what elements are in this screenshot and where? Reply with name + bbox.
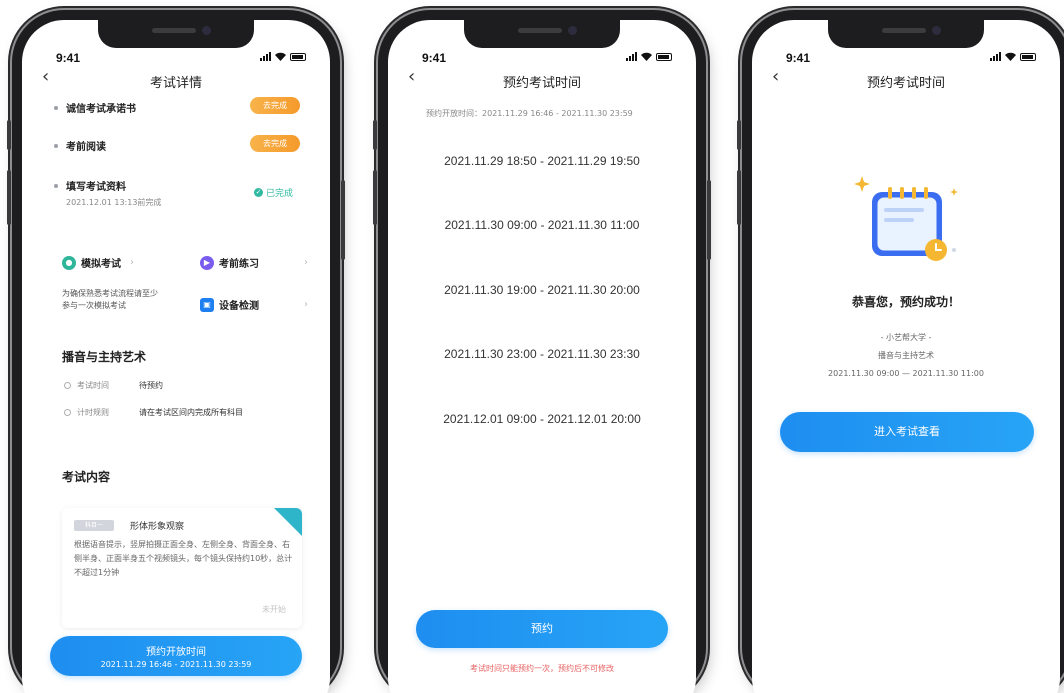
volume-down-button xyxy=(737,170,741,225)
task-deadline: 2021.12.01 13:13前完成 xyxy=(66,198,162,207)
signal-icon xyxy=(260,52,271,61)
screen: 9:41 ‹ 考试详情 诚信考试承诺书 去完成 考前阅读 去完成 填写考试资料 … xyxy=(22,20,330,693)
notch xyxy=(98,20,254,48)
school-name: - 小艺帮大学 - xyxy=(880,333,932,342)
entry-mock-exam[interactable]: ● 模拟考试 › xyxy=(62,255,134,270)
booking-open-button[interactable]: 预约开放时间 2021.11.29 16:46 - 2021.11.30 23:… xyxy=(50,636,302,676)
screen: 9:41 ‹ 预约考试时间 恭喜您，预约成功！ - 小艺帮大学 - 播音与主持艺… xyxy=(752,20,1060,693)
subject-status: 未开始 xyxy=(262,605,286,614)
time-slot[interactable]: 2021.11.30 23:00 - 2021.11.30 23:30 xyxy=(408,340,676,368)
battery-icon xyxy=(1020,53,1036,61)
volume-up-button xyxy=(373,120,377,150)
notch xyxy=(828,20,984,48)
status-icons xyxy=(990,52,1036,61)
book-button[interactable]: 预约 xyxy=(416,610,668,648)
entry-device-check[interactable]: ▣ 设备检测 › xyxy=(200,297,308,312)
volume-up-button xyxy=(737,120,741,150)
time-slot[interactable]: 2021.11.29 18:50 - 2021.11.29 19:50 xyxy=(408,147,676,175)
timer-icon xyxy=(64,409,71,416)
time-slot[interactable]: 2021.11.30 09:00 - 2021.11.30 11:00 xyxy=(408,211,676,239)
status-time: 9:41 xyxy=(56,51,81,65)
task-done-badge: ✓ 已完成 xyxy=(254,188,294,199)
entry-description: 为确保熟悉考试流程请至少参与一次模拟考试 xyxy=(62,289,158,310)
task-item: 填写考试资料 2021.12.01 13:13前完成 xyxy=(54,178,161,208)
chevron-right-icon: › xyxy=(304,257,308,268)
task-item: 考前阅读 xyxy=(54,138,106,153)
entry-practice[interactable]: ▶ 考前练习 › xyxy=(200,255,308,270)
success-title: 恭喜您，预约成功！ xyxy=(851,295,960,309)
notch xyxy=(464,20,620,48)
calendar-success-icon xyxy=(850,168,970,268)
task-item: 诚信考试承诺书 xyxy=(54,100,136,115)
corner-ribbon xyxy=(274,508,302,536)
power-button xyxy=(341,180,345,260)
time-slot[interactable]: 2021.11.30 19:00 - 2021.11.30 20:00 xyxy=(408,276,676,304)
page-title: 考试详情 xyxy=(149,76,202,91)
wifi-icon xyxy=(275,52,286,61)
status-icons xyxy=(626,52,672,61)
status-time: 9:41 xyxy=(786,51,811,65)
volume-up-button xyxy=(7,120,11,150)
phone-book-success: 9:41 ‹ 预约考试时间 恭喜您，预约成功！ - 小艺帮大学 - 播音与主持艺… xyxy=(737,10,1064,693)
wifi-icon xyxy=(641,52,652,61)
task-title: 考前阅读 xyxy=(66,142,106,153)
subject-description: 根据语音提示，竖屏拍摄正面全身、左侧全身、背面全身、右侧半身、正面半身五个视频镜… xyxy=(74,540,293,577)
check-icon: ✓ xyxy=(254,188,263,197)
signal-icon xyxy=(990,52,1001,61)
page-title: 预约考试时间 xyxy=(866,76,945,91)
subject-card[interactable]: 科目一 形体形象观察 根据语音提示，竖屏拍摄正面全身、左侧全身、背面全身、右侧半… xyxy=(62,508,302,628)
subject-title: 播音与主持艺术 xyxy=(62,350,147,364)
phone-book-time: 9:41 ‹ 预约考试时间 预约开放时间：2021.11.29 16:46 - … xyxy=(373,10,711,693)
battery-icon xyxy=(290,53,306,61)
screen: 9:41 ‹ 预约考试时间 预约开放时间：2021.11.29 16:46 - … xyxy=(388,20,696,693)
volume-down-button xyxy=(373,170,377,225)
phone-exam-detail: 9:41 ‹ 考试详情 诚信考试承诺书 去完成 考前阅读 去完成 填写考试资料 … xyxy=(7,10,345,693)
battery-icon xyxy=(656,53,672,61)
booking-open-time: 预约开放时间：2021.11.29 16:46 - 2021.11.30 23:… xyxy=(426,109,633,118)
booking-warning: 考试时间只能预约一次，预约后不可修改 xyxy=(470,664,614,673)
page-title: 预约考试时间 xyxy=(502,76,581,91)
content-title: 考试内容 xyxy=(62,470,111,484)
volume-down-button xyxy=(7,170,11,225)
device-check-icon: ▣ xyxy=(200,297,214,312)
subject-tag: 科目一 xyxy=(74,520,114,531)
power-button xyxy=(707,180,711,260)
major-name: 播音与主持艺术 xyxy=(878,351,934,360)
status-time: 9:41 xyxy=(422,51,447,65)
chevron-right-icon: › xyxy=(304,299,308,310)
info-row-time: 考试时间 待预约 xyxy=(64,380,163,391)
enter-exam-button[interactable]: 进入考试查看 xyxy=(780,412,1034,452)
info-row-rule: 计时规则 请在考试区间内完成所有科目 xyxy=(64,407,243,418)
practice-icon: ▶ xyxy=(200,255,214,270)
chevron-right-icon: › xyxy=(130,257,134,268)
clock-icon xyxy=(64,382,71,389)
subject-name: 形体形象观察 xyxy=(130,522,185,532)
time-slot[interactable]: 2021.12.01 09:00 - 2021.12.01 20:00 xyxy=(408,405,676,433)
wifi-icon xyxy=(1005,52,1016,61)
signal-icon xyxy=(626,52,637,61)
task-title: 诚信考试承诺书 xyxy=(66,104,136,115)
booked-time: 2021.11.30 09:00 — 2021.11.30 11:00 xyxy=(828,369,984,378)
mock-exam-icon: ● xyxy=(62,255,76,270)
task-title: 填写考试资料 xyxy=(66,182,126,193)
task-action-button[interactable]: 去完成 xyxy=(250,97,300,114)
status-icons xyxy=(260,52,306,61)
task-action-button[interactable]: 去完成 xyxy=(250,135,300,152)
